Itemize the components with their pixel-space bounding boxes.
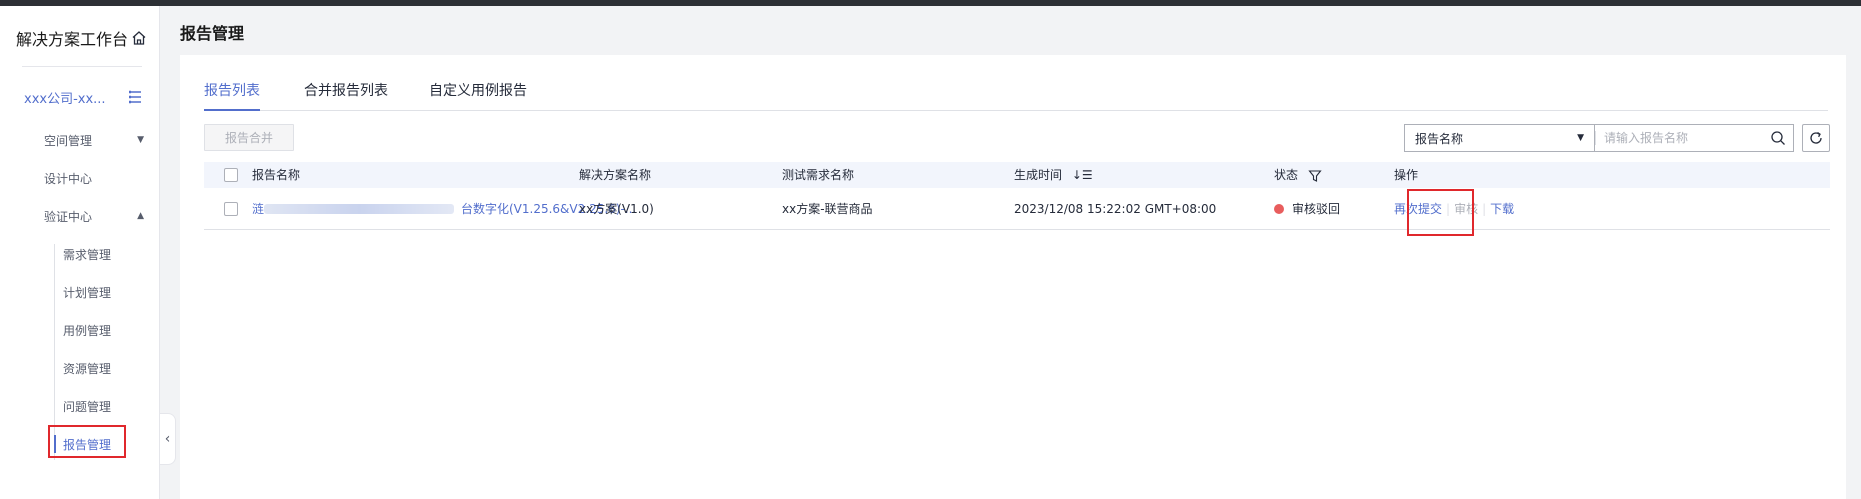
sidebar: 解决方案工作台 xxx公司-xx... 空间管理 ▼ 设计中心 验证中心 ▲ 需…: [0, 6, 160, 499]
generated-time: 2023/12/08 15:22:02 GMT+08:00: [1014, 202, 1217, 216]
tab-report-list[interactable]: 报告列表: [204, 79, 260, 111]
search-icon[interactable]: [1770, 130, 1786, 146]
menu-item-design[interactable]: 设计中心: [44, 168, 150, 188]
app-title-text: 解决方案工作台: [16, 30, 129, 49]
refresh-icon: [1810, 131, 1822, 144]
redacted-text: [264, 204, 454, 214]
sidebar-divider: [22, 66, 142, 67]
tab-bar: 报告列表 合并报告列表 自定义用例报告: [204, 79, 1828, 111]
status-text: 审核驳回: [1292, 202, 1341, 216]
report-name-link[interactable]: 涟 台数字化(V1.25.6&V2.25.6)-...: [252, 188, 636, 230]
column-header-status: 状态: [1274, 162, 1322, 188]
menu-label: 空间管理: [44, 133, 93, 148]
highlight-box: [1407, 189, 1474, 236]
table-row: 涟 台数字化(V1.25.6&V2.25.6)-... xx方案(V1.0) x…: [204, 188, 1830, 230]
list-menu-icon[interactable]: [126, 88, 144, 106]
action-separator: |: [1482, 202, 1487, 216]
chevron-down-icon: ▼: [137, 135, 144, 145]
sidebar-item-resources[interactable]: 资源管理: [63, 358, 111, 378]
tab-custom-case-report[interactable]: 自定义用例报告: [429, 79, 527, 111]
status-dot-icon: [1274, 203, 1284, 214]
chevron-left-icon: ‹: [164, 431, 171, 447]
sort-icon[interactable]: ↓☰: [1072, 168, 1093, 182]
search-divider: [1595, 131, 1596, 145]
report-name-start: 涟: [252, 202, 265, 216]
download-link[interactable]: 下载: [1490, 202, 1514, 216]
status-badge: 审核驳回: [1274, 188, 1340, 230]
filter-icon[interactable]: [1308, 169, 1322, 183]
column-header-solution: 解决方案名称: [579, 168, 652, 182]
chevron-up-icon: ▲: [137, 211, 144, 221]
search-field-value: 报告名称: [1415, 131, 1464, 146]
column-header-actions: 操作: [1394, 168, 1419, 182]
table-header: 报告名称 解决方案名称 测试需求名称 生成时间 ↓☰ 状态 操作: [204, 162, 1830, 188]
refresh-button[interactable]: [1802, 124, 1830, 152]
column-header-time-label: 生成时间: [1014, 168, 1063, 182]
search-box: [1594, 124, 1794, 152]
content-card: 报告列表 合并报告列表 自定义用例报告 报告合并 报告名称 ▼ 报告名称 解决方…: [180, 55, 1846, 499]
page-title: 报告管理: [180, 24, 245, 43]
report-table: 报告名称 解决方案名称 测试需求名称 生成时间 ↓☰ 状态 操作 涟 台数字化(…: [204, 162, 1830, 230]
home-icon[interactable]: [130, 29, 148, 47]
select-all-checkbox[interactable]: [224, 168, 238, 182]
tenant-selector[interactable]: xxx公司-xx...: [24, 88, 106, 107]
menu-label: 设计中心: [44, 171, 93, 186]
column-header-status-label: 状态: [1274, 168, 1299, 182]
menu-item-verify[interactable]: 验证中心 ▲: [44, 206, 150, 226]
row-checkbox[interactable]: [224, 202, 238, 216]
requirement-name: xx方案-联营商品: [782, 202, 873, 216]
highlight-box: [48, 425, 126, 458]
app-title[interactable]: 解决方案工作台: [16, 26, 148, 50]
column-header-requirement: 测试需求名称: [782, 168, 855, 182]
column-header-time[interactable]: 生成时间 ↓☰: [1014, 162, 1093, 188]
top-bar: [0, 0, 1861, 6]
column-header-report-name: 报告名称: [252, 168, 301, 182]
sidebar-item-requirements[interactable]: 需求管理: [63, 244, 111, 264]
sidebar-collapse-button[interactable]: ‹: [160, 413, 176, 465]
caret-down-icon: ▼: [1577, 133, 1584, 143]
menu-label: 验证中心: [44, 209, 93, 224]
sidebar-item-plans[interactable]: 计划管理: [63, 282, 111, 302]
search-input[interactable]: [1604, 131, 1754, 145]
tab-merged-report-list[interactable]: 合并报告列表: [304, 79, 388, 111]
menu-item-space[interactable]: 空间管理 ▼: [44, 130, 150, 150]
solution-name: xx方案(V1.0): [579, 202, 654, 216]
sidebar-item-issues[interactable]: 问题管理: [63, 396, 111, 416]
merge-report-button[interactable]: 报告合并: [204, 124, 294, 151]
search-field-select[interactable]: 报告名称 ▼: [1404, 124, 1594, 152]
sidebar-item-testcases[interactable]: 用例管理: [63, 320, 111, 340]
